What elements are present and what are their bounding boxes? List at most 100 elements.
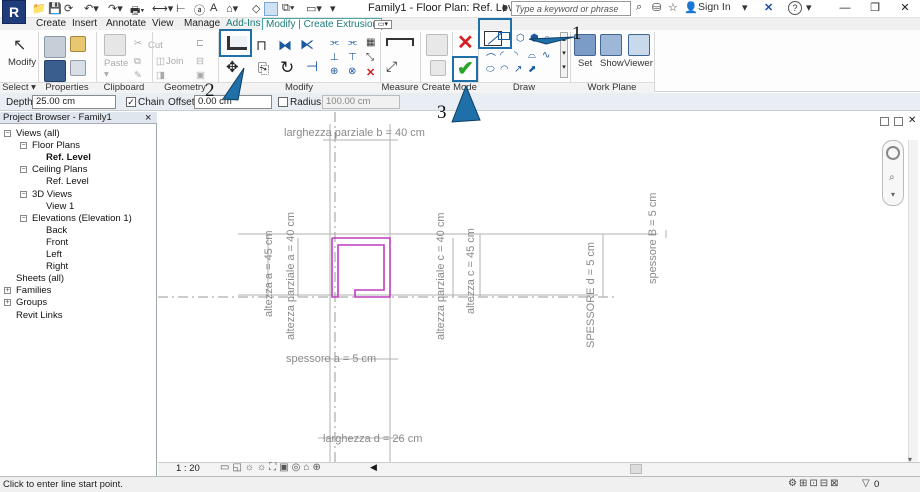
exchange-apps-icon[interactable]: ✕ xyxy=(764,1,773,14)
minimize-button[interactable]: — xyxy=(830,0,860,17)
arc-center-icon[interactable]: ◜ xyxy=(500,50,504,61)
restore-button[interactable]: ❐ xyxy=(860,0,890,17)
tree-item[interactable]: Ref. Level xyxy=(46,176,89,187)
view-control-icons[interactable]: ▭◱☼☼⛶▣◎⌂⊕ xyxy=(220,462,324,473)
tree-item[interactable]: Sheets (all) xyxy=(16,273,64,284)
unpin-icon[interactable]: ⊗ xyxy=(348,66,356,77)
text-qat-icon[interactable]: A xyxy=(210,2,217,14)
dim-spessore-a[interactable]: spessore a = 5 cm xyxy=(286,353,376,365)
sync-icon[interactable]: ⟳ xyxy=(64,2,73,15)
tree-item[interactable]: Elevations (Elevation 1) xyxy=(32,213,132,224)
work-plane-viewer-icon[interactable] xyxy=(628,34,650,56)
aligned-dimension-icon[interactable]: ⤢ xyxy=(386,58,397,75)
tree-item[interactable]: Ceiling Plans xyxy=(32,164,87,175)
user-icon[interactable]: 👤 xyxy=(684,1,698,14)
ellipse-icon[interactable]: ⬭ xyxy=(486,64,495,75)
ribbon-minimize-toggle[interactable]: ▭▾ xyxy=(374,20,392,29)
viewer-button[interactable]: Viewer xyxy=(624,58,653,69)
tree-item[interactable]: Families xyxy=(16,285,51,296)
horizontal-scroll-thumb[interactable] xyxy=(630,464,642,474)
help-dropdown-icon[interactable]: ▾ xyxy=(806,1,812,14)
switch-windows-icon[interactable]: ▭▾ xyxy=(306,2,322,15)
tree-item[interactable]: Back xyxy=(46,225,67,236)
array-icon[interactable]: ▦ xyxy=(366,37,375,48)
tree-expander-icon[interactable]: + xyxy=(4,299,11,306)
draw-gallery-scroll[interactable]: ▴ ▾ ▾ xyxy=(560,32,568,78)
undo-icon[interactable]: ↶▾ xyxy=(84,2,99,15)
pick-lines-icon[interactable]: ↗ xyxy=(514,64,522,75)
tree-item[interactable]: Floor Plans xyxy=(32,140,80,151)
search-input[interactable]: Type a keyword or phrase xyxy=(511,1,631,16)
dim-altezza-parziale-a[interactable]: altezza parziale a = 40 cm xyxy=(285,212,297,340)
circle-icon[interactable]: ○ xyxy=(544,33,550,44)
tree-item[interactable]: Ref. Level xyxy=(46,152,91,163)
finish-edit-mode-button[interactable]: ✔ xyxy=(457,56,474,81)
dim-larghezza-parziale-b[interactable]: larghezza parziale b = 40 cm xyxy=(284,127,425,139)
type-properties-icon[interactable] xyxy=(70,60,86,76)
show-work-plane-icon[interactable] xyxy=(600,34,622,56)
copy-modify-icon[interactable]: ⎘ xyxy=(258,60,269,77)
tree-item[interactable]: Revit Links xyxy=(16,310,62,321)
arc-tangent-icon[interactable]: ◝ xyxy=(514,50,518,61)
scale-icon[interactable]: ⤡ xyxy=(366,52,374,63)
close-icon[interactable]: × xyxy=(145,112,151,124)
revit-logo[interactable]: R xyxy=(2,0,26,24)
dim-altezza-c[interactable]: altezza c = 45 cm xyxy=(465,228,477,314)
dim-larghezza-d[interactable]: larghezza d = 26 cm xyxy=(323,433,422,445)
family-types-icon[interactable] xyxy=(70,36,86,52)
dim-altezza-parziale-c[interactable]: altezza parziale c = 40 cm xyxy=(435,213,447,340)
spline-icon[interactable]: ∿ xyxy=(542,50,550,61)
tree-item[interactable]: Left xyxy=(46,249,62,260)
tree-item[interactable]: View 1 xyxy=(46,201,74,212)
sign-in-button[interactable]: Sign In xyxy=(698,1,731,13)
properties-icon[interactable] xyxy=(44,36,66,58)
tab-annotate[interactable]: Annotate xyxy=(106,18,146,30)
tree-expander-icon[interactable]: − xyxy=(20,166,27,173)
polygon-icon[interactable]: ⬡ xyxy=(516,33,525,44)
fillet-arc-icon[interactable]: ⌓ xyxy=(528,50,536,61)
close-hidden-icon[interactable]: ⧉▾ xyxy=(282,2,294,15)
split-gap-icon[interactable]: ⫘ xyxy=(348,37,357,48)
zoom-icon[interactable]: ⌕ xyxy=(889,172,895,183)
cancel-edit-mode-button[interactable]: ✕ xyxy=(457,30,474,55)
align-icon[interactable] xyxy=(227,36,247,50)
tab-modify-create-extrusion[interactable]: Modify | Create Extrusion xyxy=(262,18,383,30)
dimension-qat-icon[interactable]: ⊢ xyxy=(176,2,186,15)
set-button[interactable]: Set xyxy=(578,58,592,69)
tree-expander-icon[interactable]: + xyxy=(4,287,11,294)
pick-walls-icon[interactable]: ⬈ xyxy=(528,64,536,75)
redo-icon[interactable]: ↷▾ xyxy=(108,2,123,15)
tree-expander-icon[interactable]: − xyxy=(20,142,27,149)
panel-select[interactable]: Select ▾ xyxy=(0,82,38,93)
tag-qat-icon[interactable]: ⓐ xyxy=(194,2,205,18)
delete-icon[interactable]: ✕ xyxy=(366,66,375,79)
trim-extend-icon[interactable]: ⊣ xyxy=(306,58,318,75)
save-icon[interactable]: 💾 xyxy=(48,2,62,15)
measure-distance-icon[interactable] xyxy=(386,38,414,46)
tree-item[interactable]: 3D Views xyxy=(32,189,72,200)
radius-checkbox[interactable] xyxy=(278,97,288,107)
polygon-circumscribed-icon[interactable]: ⬢ xyxy=(530,33,539,44)
close-button[interactable]: ✕ xyxy=(890,0,920,17)
subscription-icon[interactable]: ⛁ xyxy=(652,1,661,14)
tab-view[interactable]: View xyxy=(152,18,174,30)
move-icon[interactable]: ✥ xyxy=(226,58,239,76)
search-icon[interactable]: ⌕ xyxy=(636,1,642,14)
restore-view-icon[interactable] xyxy=(880,117,889,126)
scroll-left-icon[interactable]: ◀ xyxy=(370,462,377,473)
modify-cursor-icon[interactable]: ↖ xyxy=(13,35,26,55)
rectangle-icon[interactable] xyxy=(498,32,510,40)
tab-create[interactable]: Create xyxy=(36,18,66,30)
chevron-down-icon[interactable]: ▾ xyxy=(742,1,748,14)
tree-item[interactable]: Right xyxy=(46,261,68,272)
dim-spessore-b[interactable]: spessore B = 5 cm xyxy=(647,193,659,284)
offset-icon[interactable]: ⊓ xyxy=(256,37,267,54)
mirror-axis-icon[interactable]: ⧓ xyxy=(278,37,292,54)
3d-view-icon[interactable]: ⌂▾ xyxy=(226,2,238,15)
close-view-icon[interactable]: ✕ xyxy=(908,115,916,126)
nav-dropdown-icon[interactable]: ▾ xyxy=(891,190,895,199)
open-icon[interactable]: 📁 xyxy=(32,2,46,15)
rotate-icon[interactable]: ↻ xyxy=(280,58,294,78)
measure-qat-icon[interactable]: ⟷▾ xyxy=(152,2,173,15)
tree-expander-icon[interactable]: − xyxy=(20,191,27,198)
